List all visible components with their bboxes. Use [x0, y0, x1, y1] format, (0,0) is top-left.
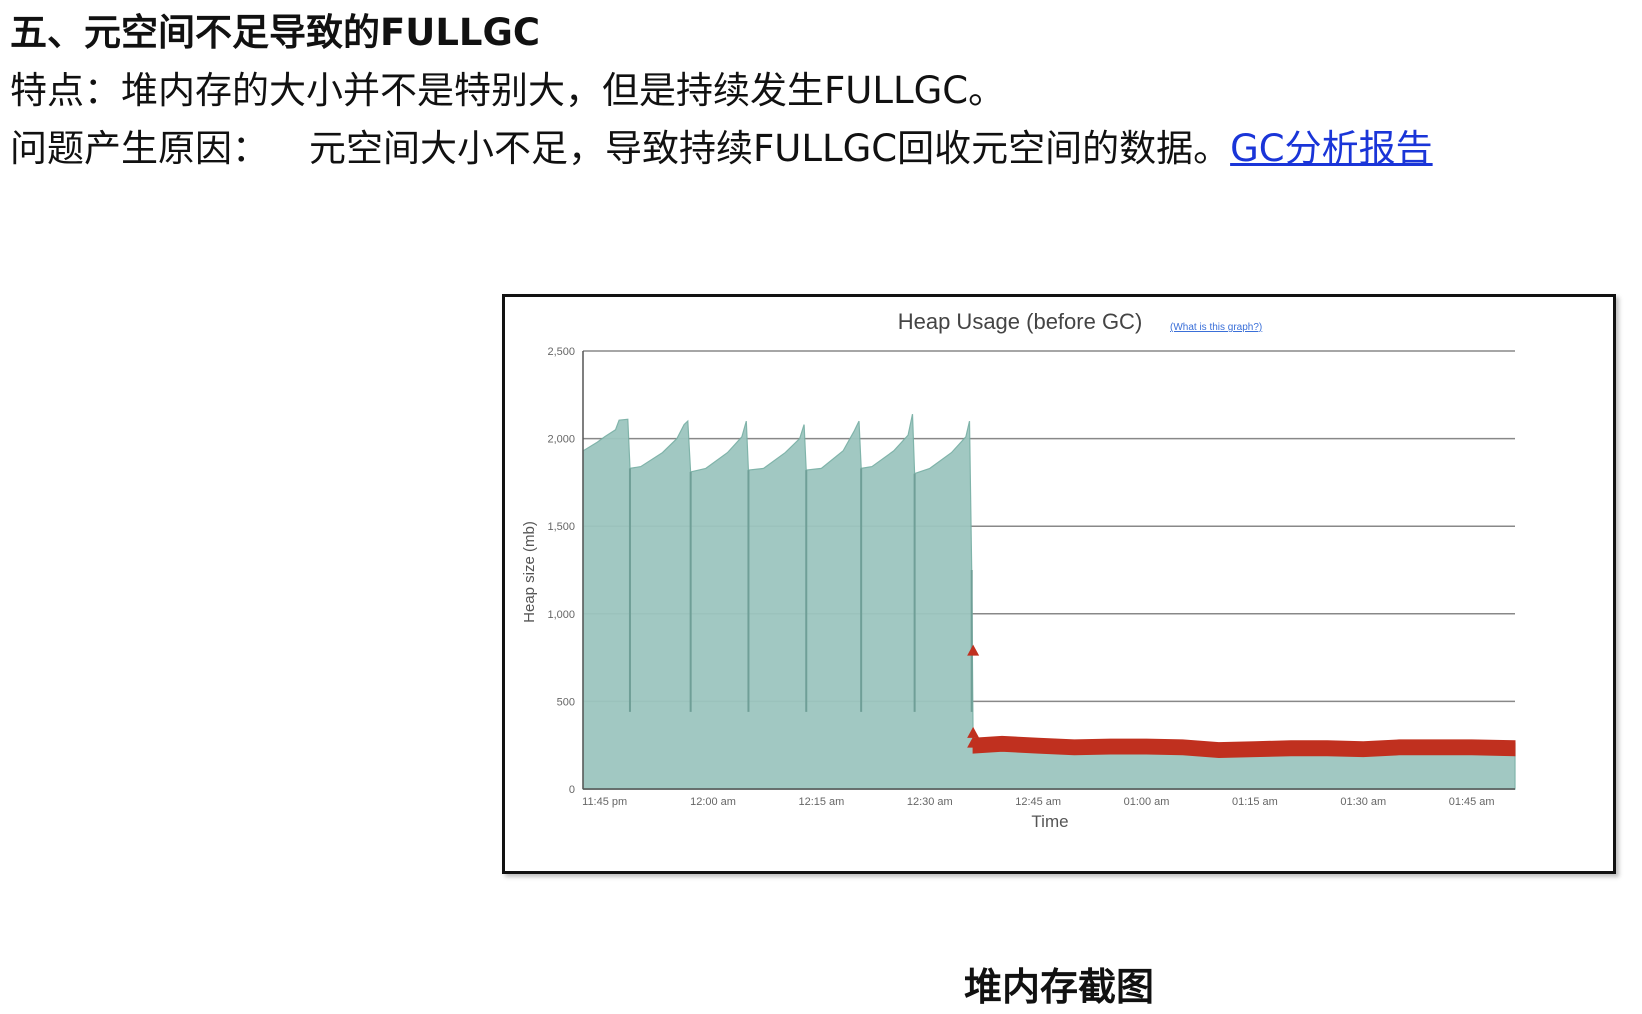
x-tick-label: 01:45 am [1449, 796, 1495, 808]
y-tick-label: 500 [557, 696, 575, 708]
x-tick-label: 01:00 am [1124, 796, 1170, 808]
chart-help-link[interactable]: (What is this graph?) [1170, 322, 1262, 333]
x-tick-label: 01:30 am [1340, 796, 1386, 808]
feature-text: 特点：堆内存的大小并不是特别大，但是持续发生FULLGC。 [10, 69, 1006, 112]
cause-text: 问题产生原因： 元空间大小不足，导致持续FULLGC回收元空间的数据。GC分析报告 [10, 118, 1433, 172]
y-tick-label: 0 [569, 784, 575, 796]
y-tick-label: 1,000 [547, 609, 575, 621]
chart-xlabel: Time [1031, 812, 1068, 831]
figure-caption-text: 堆内存截图 [963, 965, 1154, 1009]
x-tick-label: 12:30 am [907, 796, 953, 808]
x-tick-label: 12:00 am [690, 796, 736, 808]
y-tick-label: 1,500 [547, 521, 575, 533]
cause-body: 元空间大小不足，导致持续FULLGC回收元空间的数据。 [309, 127, 1231, 170]
gc-report-link[interactable]: GC分析报告 [1230, 127, 1433, 170]
x-tick-label: 11:45 pm [582, 796, 627, 808]
heap-usage-chart: Heap Usage (before GC) (What is this gra… [521, 309, 1516, 831]
heap-area-series [582, 413, 1516, 790]
y-tick-label: 2,500 [547, 346, 575, 358]
y-tick-label: 2,000 [547, 434, 575, 446]
section-heading: 五、元空间不足导致的FULLGC [10, 11, 540, 54]
chart-title: Heap Usage (before GC) [898, 309, 1143, 334]
heap-usage-chart-frame: Heap Usage (before GC) (What is this gra… [502, 294, 1616, 874]
x-tick-label: 01:15 am [1232, 796, 1278, 808]
x-tick-label: 12:15 am [798, 796, 844, 808]
x-tick-label: 12:45 am [1015, 796, 1061, 808]
figure-caption: 堆内存截图 [0, 956, 1642, 1011]
chart-ylabel: Heap size (mb) [521, 521, 538, 623]
cause-label: 问题产生原因： [10, 127, 269, 170]
full-gc-band [972, 735, 1516, 759]
